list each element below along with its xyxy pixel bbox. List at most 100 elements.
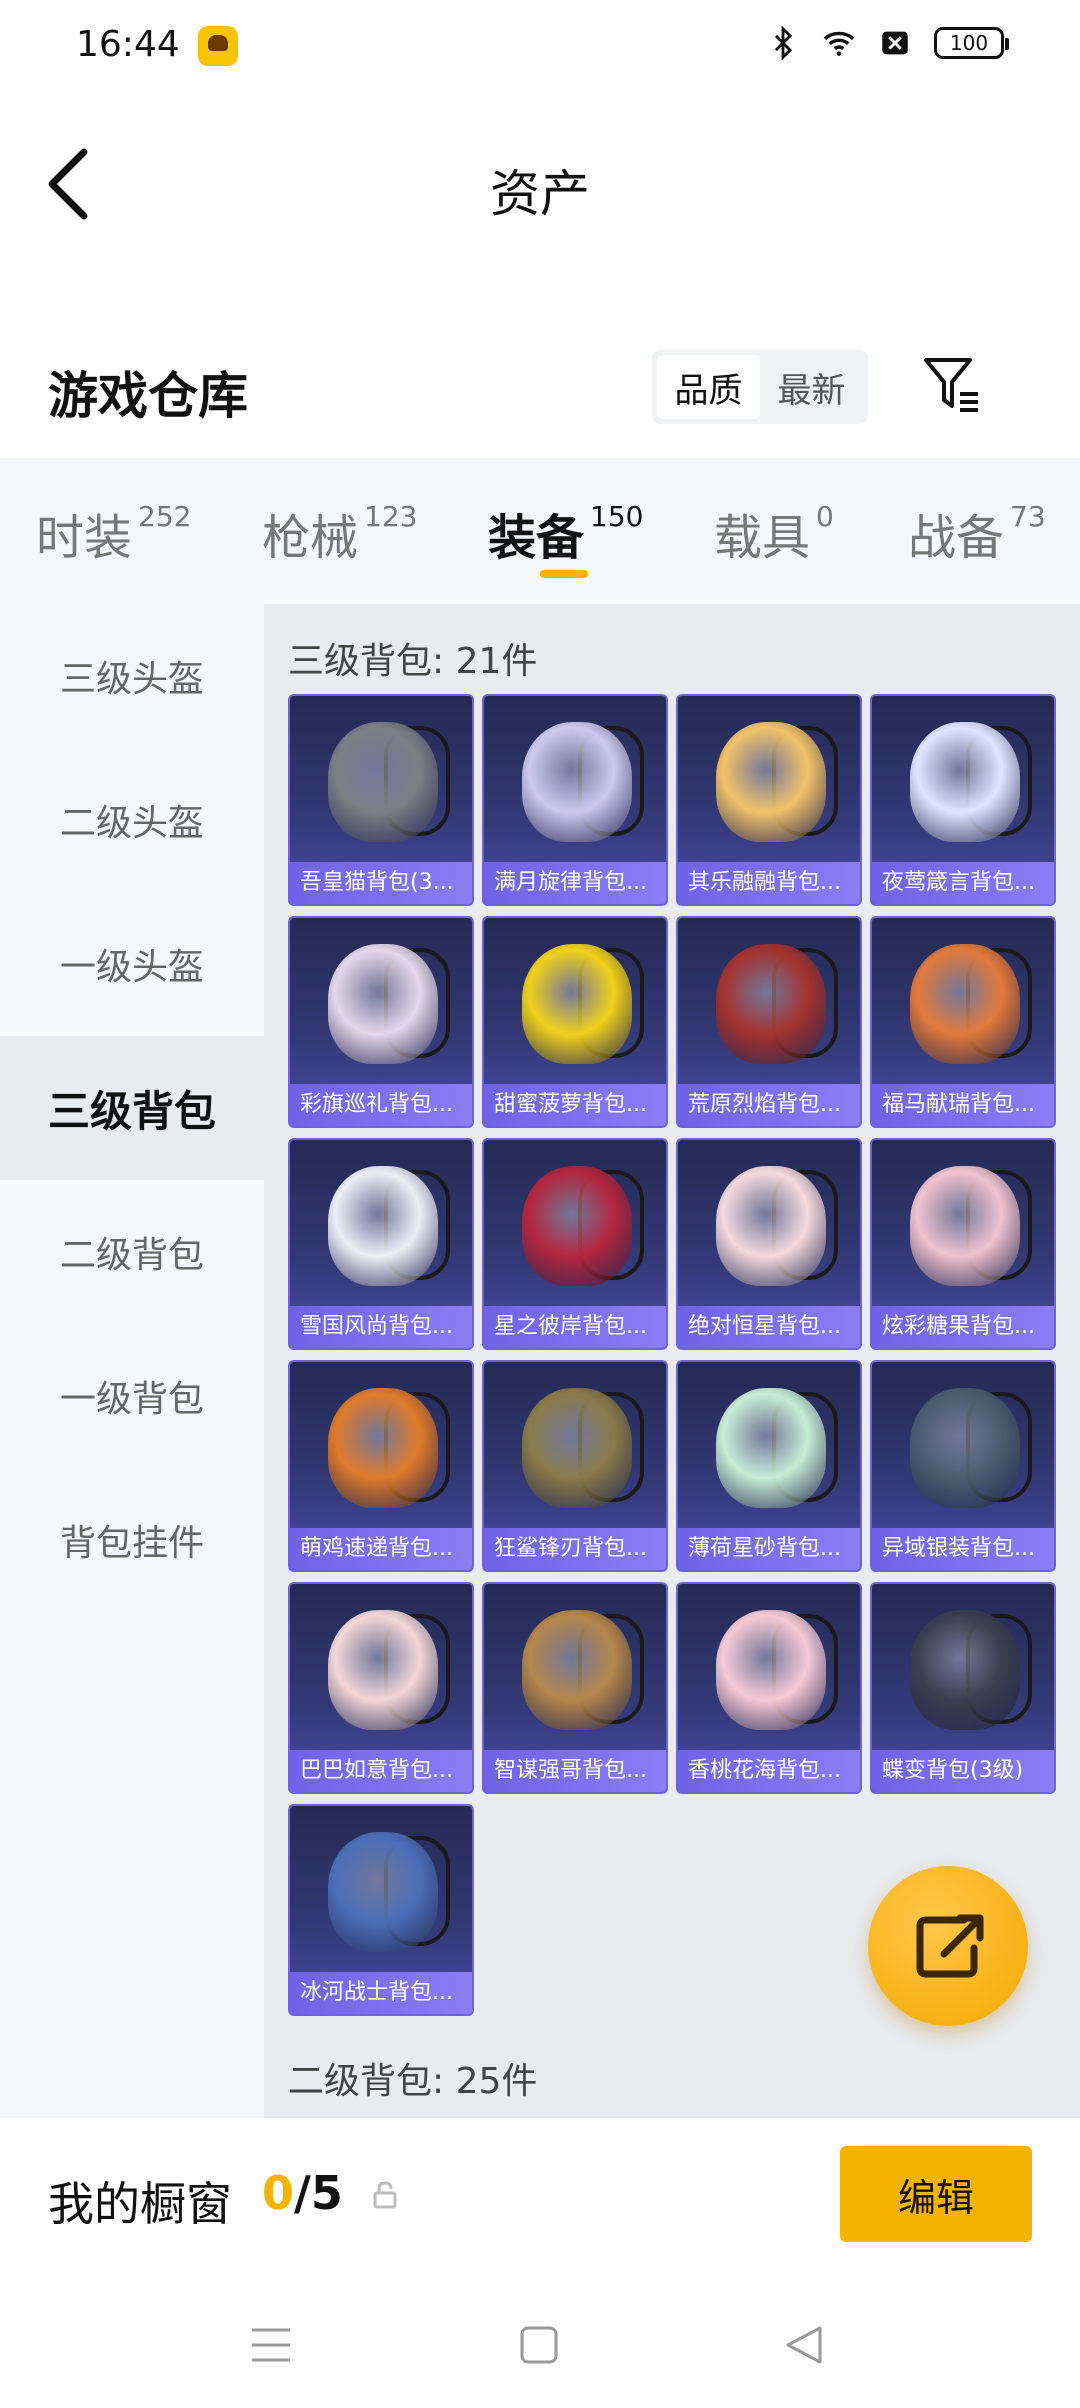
item-card[interactable]: 满月旋律背包...	[482, 694, 668, 906]
tab-equipment[interactable]: 装备 150	[488, 498, 643, 568]
status-icons: 100	[766, 26, 1009, 60]
backpack-image	[522, 944, 632, 1064]
backpack-image	[716, 1610, 826, 1730]
tab-supplies[interactable]: 战备 73	[908, 498, 1046, 568]
sidebar-item-level1-backpack[interactable]: 一级背包	[0, 1324, 264, 1468]
item-card[interactable]: 夜莺箴言背包...	[870, 694, 1056, 906]
backpack-image	[522, 1166, 632, 1286]
warehouse-title: 游戏仓库	[48, 367, 248, 425]
lock-icon	[373, 2181, 397, 2209]
sidebar: 三级头盔 二级头盔 一级头盔 三级背包 二级背包 一级背包 背包挂件	[0, 604, 264, 2118]
item-card[interactable]: 雪国风尚背包...	[288, 1138, 474, 1350]
tab-weapons[interactable]: 枪械 123	[262, 498, 417, 568]
item-card[interactable]: 萌鸡速递背包...	[288, 1360, 474, 1572]
item-name: 香桃花海背包...	[678, 1750, 860, 1792]
bluetooth-icon	[774, 26, 793, 60]
item-card[interactable]: 星之彼岸背包...	[482, 1138, 668, 1350]
share-button[interactable]	[868, 1866, 1028, 2026]
tab-fashion[interactable]: 时装 252	[36, 498, 191, 568]
showcase-count: 0/5	[262, 2166, 343, 2220]
backpack-image	[716, 722, 826, 842]
item-name: 荒原烈焰背包...	[678, 1084, 860, 1126]
showcase-title: 我的橱窗	[48, 2177, 232, 2231]
backpack-image	[328, 1610, 438, 1730]
menu-icon[interactable]	[246, 2320, 296, 2370]
item-card[interactable]: 冰河战士背包...	[288, 1804, 474, 2016]
sidebar-item-level1-helmet[interactable]: 一级头盔	[0, 892, 264, 1036]
backpack-image	[716, 944, 826, 1064]
sidebar-item-backpack-charm[interactable]: 背包挂件	[0, 1468, 264, 1612]
active-tab-indicator	[540, 570, 588, 578]
sort-option-newest[interactable]: 最新	[760, 355, 863, 419]
item-name: 满月旋律背包...	[484, 862, 666, 904]
home-icon[interactable]	[514, 2320, 564, 2370]
item-name: 其乐融融背包...	[678, 862, 860, 904]
sort-option-quality[interactable]: 品质	[657, 355, 760, 419]
item-card[interactable]: 荒原烈焰背包...	[676, 916, 862, 1128]
item-name: 甜蜜菠萝背包...	[484, 1084, 666, 1126]
backpack-image	[910, 1388, 1020, 1508]
back-icon[interactable]	[780, 2320, 830, 2370]
status-time: 16:44	[76, 24, 180, 65]
filter-icon[interactable]	[920, 354, 984, 418]
item-name: 彩旗巡礼背包...	[290, 1084, 472, 1126]
showcase-bar: 我的橱窗 0/5 编辑	[0, 2118, 1080, 2278]
item-card[interactable]: 薄荷星砂背包...	[676, 1360, 862, 1572]
item-name: 萌鸡速递背包...	[290, 1528, 472, 1570]
backpack-image	[910, 944, 1020, 1064]
page-title: 资产	[490, 165, 590, 223]
status-bar: 16:44 100	[0, 0, 1080, 96]
backpack-image	[716, 1166, 826, 1286]
battery-icon: 100	[934, 27, 1009, 59]
item-card[interactable]: 绝对恒星背包...	[676, 1138, 862, 1350]
item-card[interactable]: 福马献瑞背包...	[870, 916, 1056, 1128]
item-name: 雪国风尚背包...	[290, 1306, 472, 1348]
item-name: 薄荷星砂背包...	[678, 1528, 860, 1570]
backpack-image	[522, 722, 632, 842]
wifi-icon	[823, 31, 855, 56]
item-card[interactable]: 彩旗巡礼背包...	[288, 916, 474, 1128]
item-name: 巴巴如意背包...	[290, 1750, 472, 1792]
sidebar-item-level2-backpack[interactable]: 二级背包	[0, 1180, 264, 1324]
item-name: 绝对恒星背包...	[678, 1306, 860, 1348]
item-name: 异域银装背包...	[872, 1528, 1054, 1570]
item-card[interactable]: 炫彩糖果背包...	[870, 1138, 1056, 1350]
item-name: 狂鲨锋刃背包...	[484, 1528, 666, 1570]
item-card[interactable]: 香桃花海背包...	[676, 1582, 862, 1794]
system-nav-bar	[0, 2278, 1080, 2408]
sim-off-icon	[882, 31, 908, 55]
item-name: 星之彼岸背包...	[484, 1306, 666, 1348]
backpack-image	[328, 1832, 438, 1952]
top-header: 资产	[0, 96, 1080, 266]
sort-toggle: 品质 最新	[652, 350, 868, 424]
app-notification-icon	[198, 26, 238, 66]
item-card[interactable]: 吾皇猫背包(3...	[288, 694, 474, 906]
item-name: 炫彩糖果背包...	[872, 1306, 1054, 1348]
backpack-image	[328, 1166, 438, 1286]
item-name: 福马献瑞背包...	[872, 1084, 1054, 1126]
sidebar-item-level3-helmet[interactable]: 三级头盔	[0, 604, 264, 748]
backpack-image	[328, 1388, 438, 1508]
item-name: 吾皇猫背包(3...	[290, 862, 472, 904]
item-name: 冰河战士背包...	[290, 1972, 472, 2014]
item-name: 智谋强哥背包...	[484, 1750, 666, 1792]
item-card[interactable]: 智谋强哥背包...	[482, 1582, 668, 1794]
share-icon	[916, 1914, 984, 1978]
item-card[interactable]: 蝶变背包(3级)	[870, 1582, 1056, 1794]
item-card[interactable]: 异域银装背包...	[870, 1360, 1056, 1572]
backpack-image	[522, 1610, 632, 1730]
item-name: 蝶变背包(3级)	[872, 1750, 1054, 1792]
sidebar-item-level2-helmet[interactable]: 二级头盔	[0, 748, 264, 892]
item-card[interactable]: 其乐融融背包...	[676, 694, 862, 906]
item-card[interactable]: 狂鲨锋刃背包...	[482, 1360, 668, 1572]
backpack-image	[910, 1166, 1020, 1286]
sidebar-item-level3-backpack[interactable]: 三级背包	[0, 1036, 264, 1180]
backpack-image	[522, 1388, 632, 1508]
section-header-level3-backpack: 三级背包: 21件	[288, 641, 538, 682]
backpack-image	[910, 722, 1020, 842]
tab-vehicles[interactable]: 载具 0	[714, 498, 834, 568]
item-card[interactable]: 甜蜜菠萝背包...	[482, 916, 668, 1128]
item-card[interactable]: 巴巴如意背包...	[288, 1582, 474, 1794]
edit-button[interactable]: 编辑	[840, 2146, 1032, 2242]
backpack-image	[328, 722, 438, 842]
